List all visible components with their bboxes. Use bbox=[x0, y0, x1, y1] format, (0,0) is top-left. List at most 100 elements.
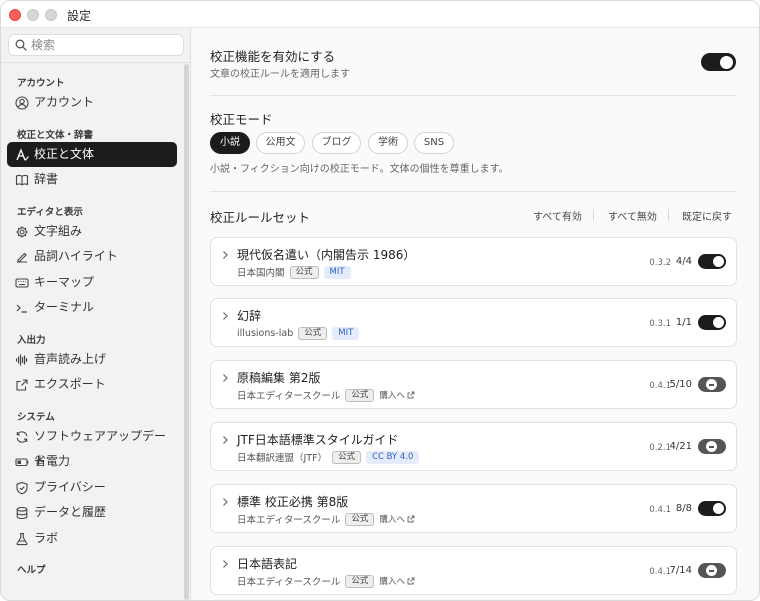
titlebar: 設定 bbox=[1, 1, 759, 28]
sidebar-item[interactable]: 品詞ハイライト bbox=[7, 244, 177, 270]
external-link-icon bbox=[407, 391, 415, 399]
buy-link[interactable]: 購入へ bbox=[379, 389, 415, 401]
ruleset-name: 日本語表記 bbox=[237, 557, 298, 571]
ruleset-toggle[interactable] bbox=[698, 377, 726, 392]
book-icon bbox=[15, 174, 29, 186]
ruleset-meta: 日本エディタースクール 公式 購入へ bbox=[237, 574, 415, 588]
ruleset-rule-count: 5/10 bbox=[669, 379, 692, 390]
sidebar-item-label: 省電力 bbox=[34, 454, 71, 468]
divider bbox=[210, 191, 737, 192]
ruleset-card[interactable]: 現代仮名遣い（内閣告示 1986） 日本国内閣 公式 MIT 0.3.2 4/4 bbox=[210, 237, 737, 286]
sidebar-item[interactable]: 音声読み上げ bbox=[7, 347, 177, 373]
chevron-right-icon[interactable] bbox=[221, 373, 229, 383]
divider bbox=[210, 95, 737, 96]
search-icon bbox=[15, 39, 27, 51]
sidebar-item[interactable]: ソフトウェアアップデート bbox=[7, 424, 177, 468]
official-badge: 公式 bbox=[298, 326, 328, 340]
sidebar-item-label: ターミナル bbox=[34, 300, 95, 314]
ruleset-card[interactable]: 原稿編集 第2版 日本エディタースクール 公式 購入へ 0.4.1 5/10 bbox=[210, 360, 737, 409]
ruleset-toggle[interactable] bbox=[698, 254, 726, 269]
sidebar-item[interactable]: データと履歴 bbox=[7, 500, 177, 526]
mode-option[interactable]: 小説 bbox=[210, 132, 250, 154]
sidebar-section-title: ヘルプ bbox=[17, 565, 46, 576]
sidebar-item[interactable]: ターミナル bbox=[7, 295, 177, 321]
sidebar-item[interactable]: 文字組み bbox=[7, 219, 177, 245]
reset-defaults-button[interactable]: 既定に戻す bbox=[682, 208, 732, 223]
search-box[interactable] bbox=[8, 34, 184, 56]
chevron-right-icon[interactable] bbox=[221, 311, 229, 321]
ruleset-name: 幻辞 bbox=[237, 309, 262, 323]
ruleset-author: 日本エディタースクール bbox=[237, 577, 341, 588]
mode-option[interactable]: 公用文 bbox=[256, 132, 305, 154]
ruleset-toggle[interactable] bbox=[698, 439, 726, 454]
license-badge: MIT bbox=[323, 265, 351, 279]
sidebar-scrollbar[interactable] bbox=[184, 64, 189, 600]
gear-icon bbox=[16, 226, 28, 237]
ruleset-card[interactable]: 標準 校正必携 第8版 日本エディタースクール 公式 購入へ 0.4.1 8/8 bbox=[210, 484, 737, 533]
sidebar-section-title: アカウント bbox=[17, 78, 65, 89]
sidebar-item[interactable]: プライバシー bbox=[7, 475, 177, 501]
ruleset-toggle[interactable] bbox=[698, 315, 726, 330]
ruleset-name: 原稿編集 第2版 bbox=[237, 371, 321, 385]
chevron-right-icon[interactable] bbox=[221, 435, 229, 445]
close-window-button[interactable] bbox=[9, 9, 21, 21]
official-badge: 公式 bbox=[345, 512, 375, 526]
enable-all-button[interactable]: すべて有効 bbox=[533, 208, 582, 223]
sidebar-item[interactable]: アカウント bbox=[7, 90, 177, 116]
ruleset-card[interactable]: 幻辞 illusions-lab 公式 MIT 0.3.1 1/1 bbox=[210, 298, 737, 347]
external-link-icon bbox=[407, 577, 415, 585]
sidebar-item[interactable]: 校正と文体 bbox=[7, 141, 177, 167]
chevron-right-icon[interactable] bbox=[221, 497, 229, 507]
sidebar-item[interactable]: ラボ bbox=[7, 526, 177, 552]
official-badge: 公式 bbox=[345, 574, 375, 588]
flask-icon bbox=[16, 532, 28, 545]
sidebar: アカウントアカウント校正と文体・辞書校正と文体辞書エディタと表示文字組み品詞ハイ… bbox=[1, 28, 191, 600]
sidebar-item-label: 音声読み上げ bbox=[34, 351, 107, 366]
ruleset-rule-count: 4/4 bbox=[675, 256, 692, 267]
official-badge: 公式 bbox=[332, 450, 362, 464]
buy-link-label: 購入へ bbox=[379, 391, 405, 401]
sidebar-item[interactable]: 辞書 bbox=[7, 167, 177, 193]
minimize-window-button[interactable] bbox=[27, 9, 39, 21]
action-separator bbox=[593, 209, 594, 221]
ruleset-toggle[interactable] bbox=[698, 501, 726, 516]
sidebar-section-title: 入出力 bbox=[17, 334, 46, 346]
ruleset-rule-count: 1/1 bbox=[675, 317, 692, 328]
official-badge: 公式 bbox=[345, 388, 375, 402]
mode-description: 小説・フィクション向けの校正モード。文体の個性を尊重します。 bbox=[210, 164, 509, 175]
sidebar-item[interactable]: キーマップ bbox=[7, 270, 177, 296]
sidebar-item[interactable]: エクスポート bbox=[7, 372, 177, 398]
ruleset-meta: illusions-lab 公式 MIT bbox=[237, 326, 360, 340]
mode-option[interactable]: 学術 bbox=[368, 132, 408, 154]
chevron-right-icon[interactable] bbox=[221, 559, 229, 569]
toggle-knob bbox=[706, 441, 717, 452]
buy-link-label: 購入へ bbox=[379, 515, 405, 525]
sidebar-item-label: エクスポート bbox=[34, 377, 106, 391]
buy-link[interactable]: 購入へ bbox=[379, 575, 415, 587]
buy-link[interactable]: 購入へ bbox=[379, 513, 415, 525]
settings-window: 設定 アカウントアカウント校正と文体・辞書校正と文体辞書エディタと表示文字組み品… bbox=[0, 0, 760, 601]
toggle-knob bbox=[720, 55, 733, 69]
terminal-icon bbox=[16, 304, 27, 313]
search-input[interactable] bbox=[31, 37, 179, 53]
sidebar-item[interactable]: 省電力 bbox=[7, 449, 177, 475]
sidebar-item-label: ラボ bbox=[34, 530, 59, 545]
ruleset-rule-count: 7/14 bbox=[669, 565, 692, 576]
maximize-window-button[interactable] bbox=[45, 9, 57, 21]
disable-all-button[interactable]: すべて無効 bbox=[608, 208, 657, 223]
ruleset-card[interactable]: 日本語表記 日本エディタースクール 公式 購入へ 0.4.1 7/14 bbox=[210, 546, 737, 595]
mode-option[interactable]: SNS bbox=[414, 132, 454, 154]
enable-proofread-toggle[interactable] bbox=[701, 53, 736, 71]
mode-option[interactable]: ブログ bbox=[312, 132, 361, 154]
enable-proofread-title: 校正機能を有効にする bbox=[210, 49, 336, 64]
database-icon bbox=[16, 506, 28, 520]
ruleset-card[interactable]: JTF日本語標準スタイルガイド 日本翻訳連盟（JTF） 公式 CC BY 4.0 0.2… bbox=[210, 422, 737, 471]
chevron-right-icon[interactable] bbox=[221, 250, 229, 260]
ruleset-toggle[interactable] bbox=[698, 563, 726, 578]
toggle-knob bbox=[713, 256, 724, 267]
sidebar-section-title: 校正と文体・辞書 bbox=[17, 129, 94, 141]
keyboard-icon bbox=[15, 277, 29, 288]
proofread-icon bbox=[16, 147, 29, 161]
toggle-knob bbox=[713, 503, 724, 514]
ruleset-author: illusions-lab bbox=[237, 327, 294, 339]
